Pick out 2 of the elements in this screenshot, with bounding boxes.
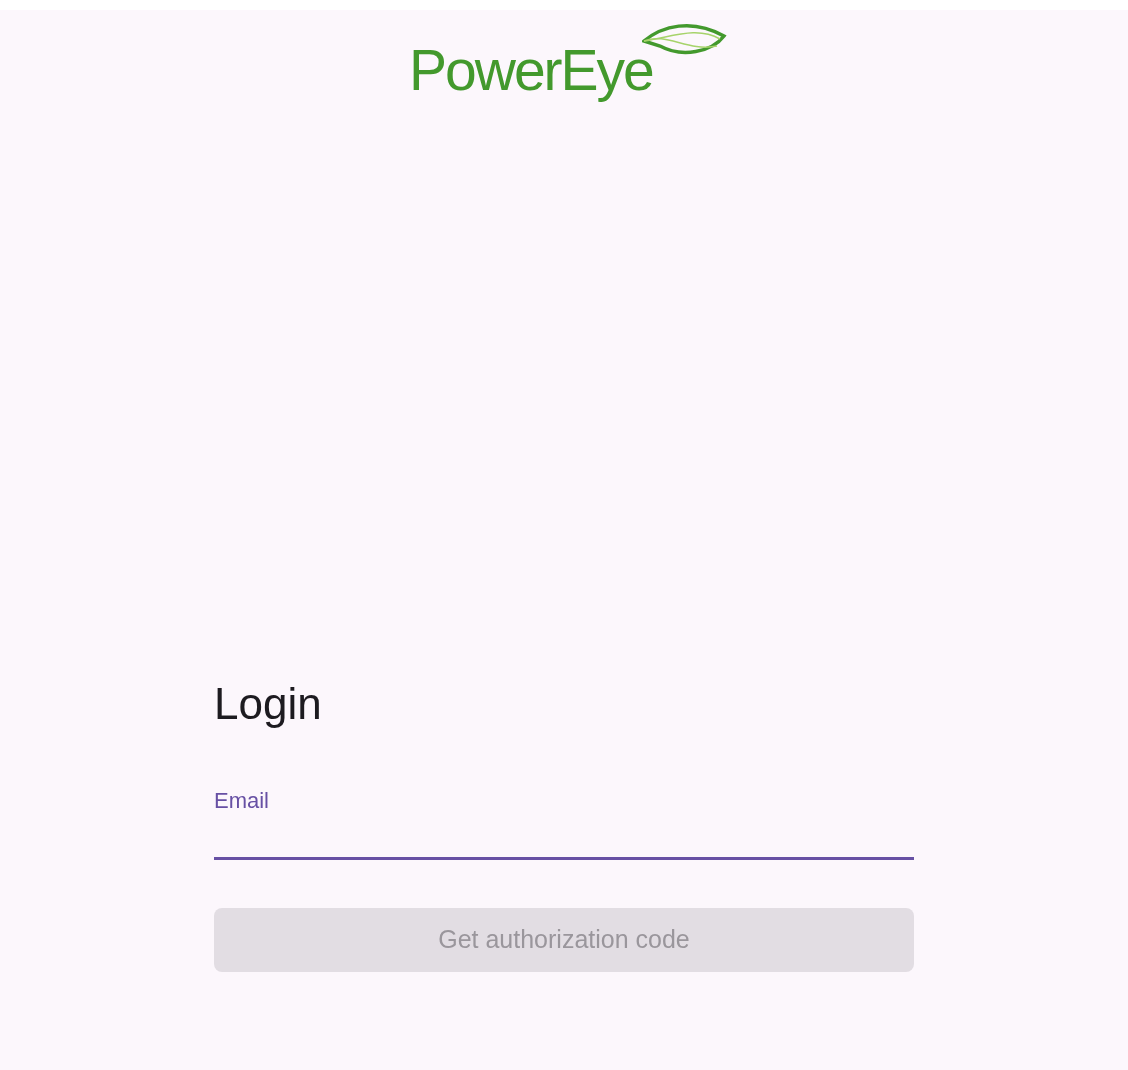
email-field[interactable]: Email — [214, 782, 914, 860]
login-heading: Login — [214, 682, 323, 726]
